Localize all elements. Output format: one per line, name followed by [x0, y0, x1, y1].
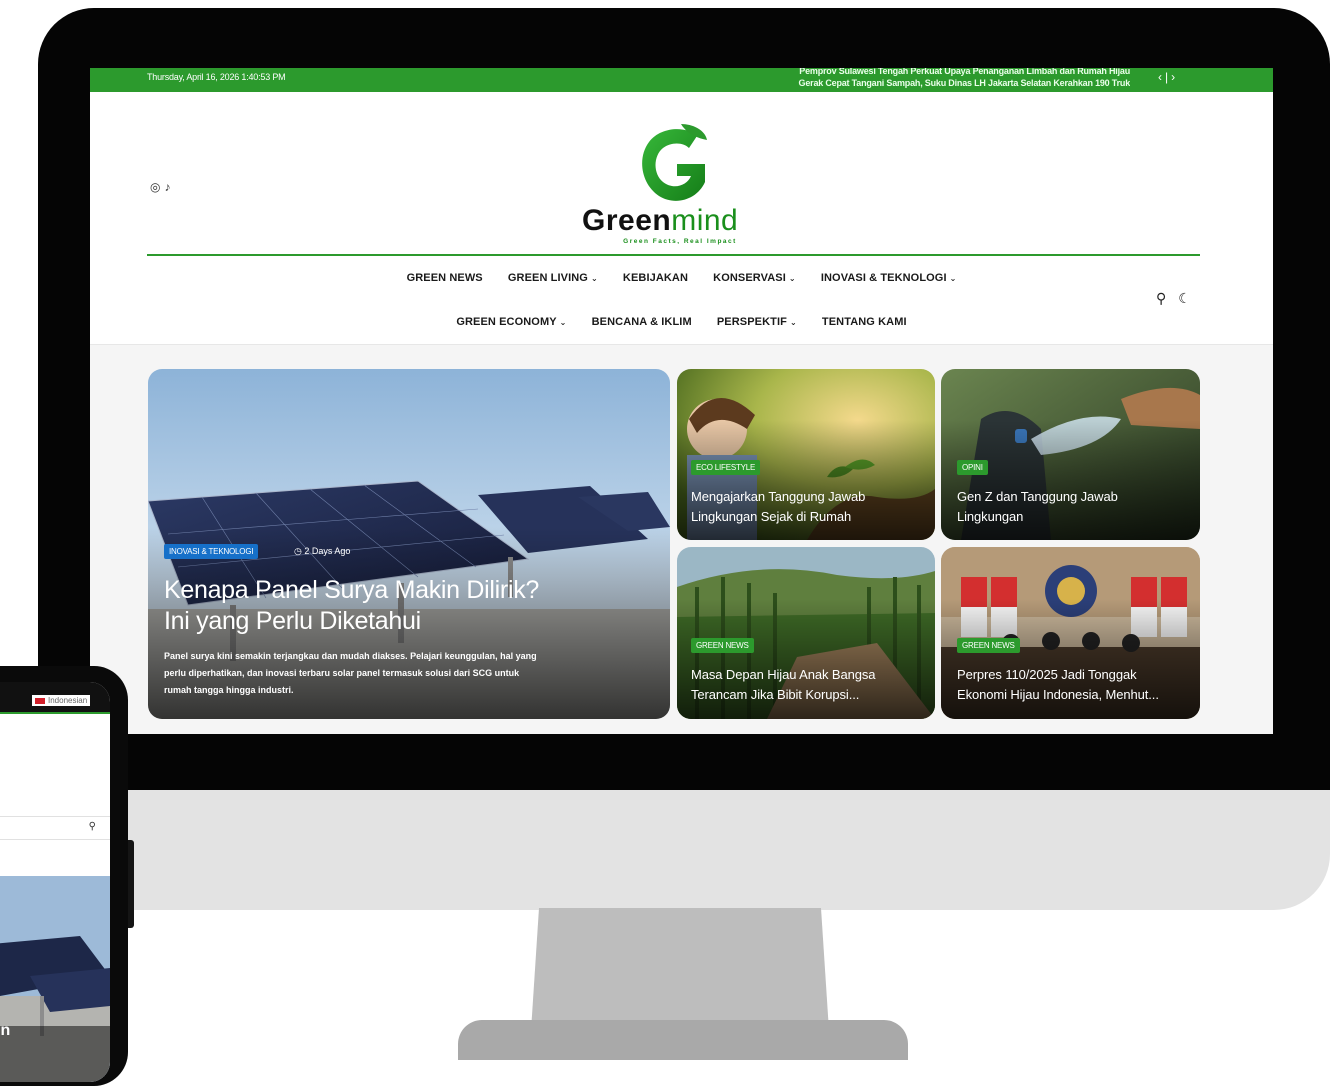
- card-title[interactable]: Mengajarkan Tanggung Jawab Lingkungan Se…: [691, 487, 865, 527]
- nav-label: GREEN LIVING: [507, 272, 588, 284]
- phone-search-row: ⚲: [0, 816, 110, 840]
- header-divider: [147, 254, 1200, 256]
- nav-item-perspektif[interactable]: PERSPEKTIF ⌄: [717, 316, 797, 328]
- logo-light-text: mind: [671, 204, 739, 237]
- greenmind-logo-icon[interactable]: [635, 122, 715, 206]
- nav-item-bencana-iklim[interactable]: BENCANA & IKLIM: [592, 316, 692, 328]
- phone-hero-title-fragment: in: [0, 1022, 11, 1039]
- search-icon[interactable]: ⚲: [89, 821, 96, 832]
- card-title-line: Mengajarkan Tanggung Jawab: [691, 489, 866, 504]
- card-title[interactable]: Gen Z dan Tanggung Jawab Lingkungan: [957, 487, 1118, 527]
- ticker-next-button[interactable]: ›: [1171, 70, 1178, 84]
- card-title-line: Terancam Jika Bibit Korupsi...: [691, 687, 860, 702]
- ticker-controls: ‹|›: [1158, 70, 1178, 84]
- card-title-line: Gen Z dan Tanggung Jawab: [957, 489, 1118, 504]
- card-category-badge[interactable]: ECO LIFESTYLE: [691, 460, 761, 475]
- article-card[interactable]: OPINI Gen Z dan Tanggung Jawab Lingkunga…: [941, 369, 1200, 540]
- nav-label: GREEN NEWS: [406, 272, 483, 284]
- phone-hero-image: [0, 876, 110, 1082]
- hero-excerpt-line: rumah tangga hingga industri.: [164, 685, 294, 695]
- language-label: Indonesian: [48, 696, 88, 705]
- chevron-down-icon: ⌄: [559, 318, 567, 327]
- nav-label: INOVASI & TEKNOLOGI: [820, 272, 947, 284]
- hero-meta: ◷ 2 Days Ago: [294, 546, 350, 557]
- social-links: ◎♪: [150, 180, 174, 194]
- hero-excerpt-line: perlu diperhatikan, dan inovasi terbaru …: [164, 668, 520, 678]
- nav-item-green-news[interactable]: GREEN NEWS: [407, 272, 483, 284]
- language-selector[interactable]: Indonesian: [32, 695, 91, 706]
- chevron-down-icon: ⌄: [949, 274, 957, 283]
- hero-title-line: Ini yang Perlu Diketahui: [164, 607, 421, 635]
- ticker-headline[interactable]: Pemprov Sulawesi Tengah Perkuat Upaya Pe…: [650, 68, 1130, 77]
- main-nav-row-1: GREEN NEWS GREEN LIVING ⌄ KEBIJAKAN KONSE…: [90, 272, 1273, 284]
- article-card[interactable]: GREEN NEWS Perpres 110/2025 Jadi Tonggak…: [941, 547, 1200, 719]
- main-nav-row-2: GREEN ECONOMY ⌄ BENCANA & IKLIM PERSPEKTI…: [90, 316, 1273, 328]
- card-title-line: Lingkungan Sejak di Rumah: [691, 509, 852, 524]
- nav-label: PERSPEKTIF: [716, 316, 787, 328]
- site-tagline: Green Facts, Real Impact: [623, 238, 737, 245]
- nav-item-inovasi-teknologi[interactable]: INOVASI & TEKNOLOGI ⌄: [821, 272, 957, 284]
- phone-hero-article[interactable]: in: [0, 876, 110, 1082]
- nav-label: KONSERVASI: [713, 272, 786, 284]
- nav-item-green-living[interactable]: GREEN LIVING ⌄: [508, 272, 598, 284]
- dark-mode-icon[interactable]: ☾: [1178, 290, 1191, 307]
- current-datetime: Thursday, April 16, 2026 1:40:53 PM: [147, 72, 286, 82]
- card-category-badge[interactable]: OPINI: [957, 460, 988, 475]
- search-icon[interactable]: ⚲: [1156, 290, 1166, 307]
- featured-grid: INOVASI & TEKNOLOGI ◷ 2 Days Ago Kenapa …: [90, 345, 1273, 734]
- site-logo-text[interactable]: Greenmind: [582, 204, 738, 238]
- hero-excerpt: Panel surya kini semakin terjangkau dan …: [164, 648, 654, 699]
- chevron-down-icon: ⌄: [788, 274, 796, 283]
- ticker-prev-button[interactable]: ‹: [1158, 70, 1165, 84]
- phone-screen: Indonesian ⚲ in: [0, 682, 110, 1082]
- instagram-icon[interactable]: ◎: [150, 180, 164, 194]
- hero-excerpt-line: Panel surya kini semakin terjangkau dan …: [164, 651, 537, 661]
- hero-title-line: Kenapa Panel Surya Makin Dilirik?: [164, 576, 540, 604]
- nav-item-kebijakan[interactable]: KEBIJAKAN: [623, 272, 688, 284]
- nav-item-green-economy[interactable]: GREEN ECONOMY ⌄: [456, 316, 566, 328]
- logo-bold-text: Green: [582, 204, 672, 237]
- card-title-line: Masa Depan Hijau Anak Bangsa: [691, 667, 876, 682]
- monitor-stand-base: [458, 1020, 908, 1060]
- hero-title[interactable]: Kenapa Panel Surya Makin Dilirik? Ini ya…: [164, 575, 624, 637]
- ticker-headline[interactable]: Gerak Cepat Tangani Sampah, Suku Dinas L…: [650, 77, 1130, 89]
- card-category-badge[interactable]: GREEN NEWS: [957, 638, 1020, 653]
- card-title-line: Lingkungan: [957, 509, 1024, 524]
- tiktok-icon[interactable]: ♪: [164, 180, 174, 194]
- flag-indonesia-icon: [35, 697, 45, 704]
- nav-label: GREEN ECONOMY: [456, 316, 557, 328]
- news-ticker[interactable]: Pemprov Sulawesi Tengah Perkuat Upaya Pe…: [650, 68, 1130, 89]
- header-tools: ⚲ ☾: [1156, 290, 1203, 307]
- nav-label: BENCANA & IKLIM: [591, 316, 692, 328]
- article-card[interactable]: GREEN NEWS Masa Depan Hijau Anak Bangsa …: [677, 547, 935, 719]
- phone-side-button: [128, 840, 134, 928]
- hero-article-card[interactable]: INOVASI & TEKNOLOGI ◷ 2 Days Ago Kenapa …: [148, 369, 670, 719]
- phone-top-bar: Indonesian: [0, 682, 110, 712]
- card-title[interactable]: Masa Depan Hijau Anak Bangsa Terancam Ji…: [691, 665, 875, 705]
- nav-item-konservasi[interactable]: KONSERVASI ⌄: [713, 272, 796, 284]
- chevron-down-icon: ⌄: [590, 274, 598, 283]
- nav-item-tentang-kami[interactable]: TENTANG KAMI: [822, 316, 907, 328]
- article-card[interactable]: ECO LIFESTYLE Mengajarkan Tanggung Jawab…: [677, 369, 935, 540]
- clock-icon: ◷: [294, 546, 302, 556]
- card-title-line: Ekonomi Hijau Indonesia, Menhut...: [957, 687, 1159, 702]
- chevron-down-icon: ⌄: [789, 318, 797, 327]
- card-category-badge[interactable]: GREEN NEWS: [691, 638, 754, 653]
- nav-label: TENTANG KAMI: [821, 316, 907, 328]
- site-header: ◎♪ Greenmind Green Facts, Real Impact GR…: [90, 92, 1273, 345]
- phone-accent-bar: [0, 712, 110, 714]
- monitor-screen: Thursday, April 16, 2026 1:40:53 PM Pemp…: [90, 68, 1273, 734]
- top-bar: Thursday, April 16, 2026 1:40:53 PM Pemp…: [90, 68, 1273, 92]
- nav-label: KEBIJAKAN: [622, 272, 688, 284]
- card-title-line: Perpres 110/2025 Jadi Tonggak: [957, 667, 1137, 682]
- card-title[interactable]: Perpres 110/2025 Jadi Tonggak Ekonomi Hi…: [957, 665, 1159, 705]
- hero-time-ago: 2 Days Ago: [304, 546, 351, 556]
- hero-category-badge[interactable]: INOVASI & TEKNOLOGI: [164, 544, 259, 559]
